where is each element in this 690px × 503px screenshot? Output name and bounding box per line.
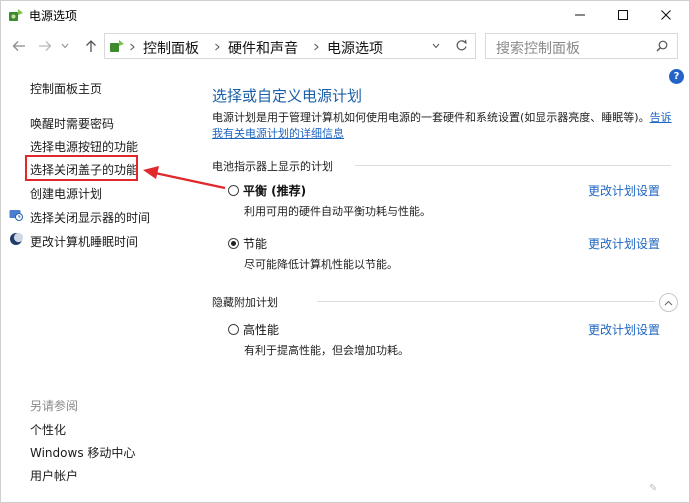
up-button[interactable] [81,36,101,56]
sidebar-item-require-password[interactable]: 唤醒时需要密码 [30,115,114,132]
breadcrumb-arrow-icon [130,43,135,51]
breadcrumb-hardware-sound[interactable]: 硬件和声音 [228,38,298,58]
maximize-icon [618,10,628,20]
title-bar: 电源选项 [1,1,689,29]
close-button[interactable] [643,1,689,29]
plan-balanced-change-link[interactable]: 更改计划设置 [588,182,660,199]
search-icon[interactable] [656,40,668,52]
plan-power-saver-name[interactable]: 节能 [243,235,267,252]
see-also-heading: 另请参阅 [30,399,79,413]
plan-power-saver-change-link[interactable]: 更改计划设置 [588,235,660,252]
plan-high-performance-name[interactable]: 高性能 [243,321,279,338]
sidebar-control-panel-home[interactable]: 控制面板主页 [30,80,102,97]
address-dropdown-icon[interactable] [432,43,440,49]
plan-power-saver-radio[interactable] [228,238,239,249]
sidebar-item-display-off[interactable]: 选择关闭显示器的时间 [30,209,150,226]
plan-high-performance-change-link[interactable]: 更改计划设置 [588,321,660,338]
help-icon[interactable]: ? [669,69,684,84]
highlight-box [25,155,138,181]
battery-plans-heading: 电池指示器上显示的计划 [212,160,333,173]
plan-balanced-radio[interactable] [228,185,239,196]
window-title: 电源选项 [29,9,78,23]
breadcrumb-power-options[interactable]: 电源选项 [327,38,383,58]
plan-high-performance-radio[interactable] [228,324,239,335]
see-also-user-accounts[interactable]: 用户帐户 [30,467,78,484]
chevron-up-icon [664,300,673,305]
search-box[interactable]: 搜索控制面板 [485,33,678,59]
collapse-section-button[interactable] [659,293,678,312]
section-divider [317,301,655,302]
see-also-mobility-center[interactable]: Windows 移动中心 [30,444,135,461]
plan-balanced-name[interactable]: 平衡 (推荐) [243,182,306,199]
plan-power-saver-desc: 尽可能降低计算机性能以节能。 [244,258,398,271]
breadcrumb-arrow-icon [314,43,319,51]
refresh-icon[interactable] [455,39,468,52]
back-arrow-icon [12,41,25,51]
control-panel-icon [110,40,124,52]
maximize-button[interactable] [600,1,646,29]
power-options-window: 电源选项 控制面板 硬件和声音 电源选项 搜索控制面板 控制面板主页 唤醒时需要… [0,0,690,503]
forward-button[interactable] [35,36,55,56]
address-bar: 控制面板 硬件和声音 电源选项 搜索控制面板 [1,30,689,62]
see-also-personalization[interactable]: 个性化 [30,421,66,438]
plan-high-performance-desc: 有利于提高性能，但会增加功耗。 [244,344,409,357]
back-button[interactable] [9,36,29,56]
chevron-down-icon [61,43,69,49]
address-field[interactable]: 控制面板 硬件和声音 电源选项 [104,33,476,59]
search-placeholder: 搜索控制面板 [496,41,580,57]
breadcrumb-arrow-icon [215,43,220,51]
section-divider [355,165,671,166]
moon-sleep-icon [10,232,23,245]
plan-balanced-desc: 利用可用的硬件自动平衡功耗与性能。 [244,205,431,218]
sidebar-item-power-button[interactable]: 选择电源按钮的功能 [30,138,138,155]
forward-arrow-icon [39,41,52,51]
sidebar-item-create-plan[interactable]: 创建电源计划 [30,185,102,202]
close-icon [661,10,671,20]
breadcrumb-control-panel[interactable]: 控制面板 [143,38,199,58]
sidebar-item-sleep-time[interactable]: 更改计算机睡眠时间 [30,233,138,250]
power-options-icon [9,9,23,21]
page-description: 电源计划是用于管理计算机如何使用电源的一套硬件和系统设置(如显示器亮度、睡眠等)… [212,110,672,142]
up-arrow-icon [86,40,96,52]
minimize-button[interactable] [557,1,603,29]
watermark-logo: ✎ [649,483,658,494]
recent-locations-button[interactable] [59,36,71,56]
minimize-icon [575,14,585,16]
page-title: 选择或自定义电源计划 [212,87,363,105]
display-clock-icon [9,210,23,221]
hidden-plans-heading[interactable]: 隐藏附加计划 [212,294,278,310]
description-text: 电源计划是用于管理计算机如何使用电源的一套硬件和系统设置(如显示器亮度、睡眠等)… [212,111,650,124]
